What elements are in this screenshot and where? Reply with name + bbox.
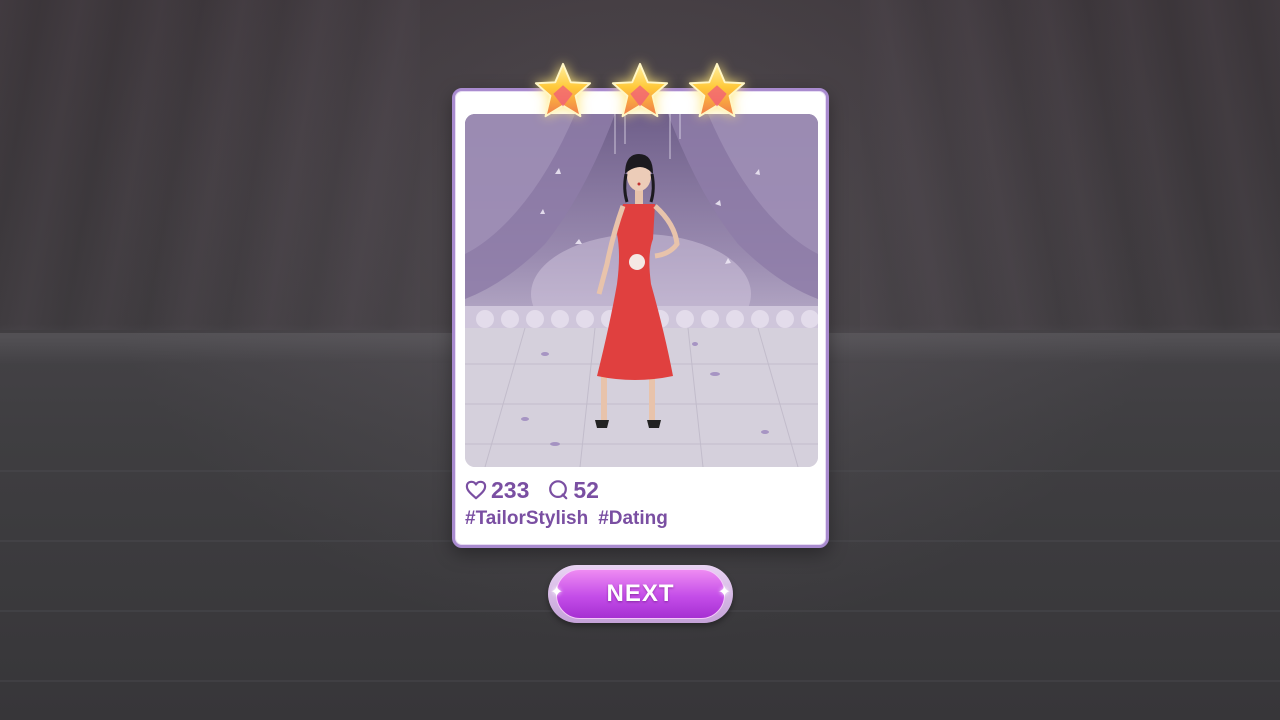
background-curtain-left xyxy=(0,0,420,330)
likes-stat: 233 xyxy=(465,477,529,504)
speech-bubble-icon xyxy=(547,479,569,501)
sparkle-icon: ✦ xyxy=(717,584,731,601)
hashtag-list: #TailorStylish #Dating xyxy=(465,508,668,530)
result-photo-card: 233 52 #TailorStylish #Dating xyxy=(452,88,829,548)
rating-stars xyxy=(532,60,748,126)
sparkle-icon: ✦ xyxy=(550,584,564,601)
outfit-photo xyxy=(465,114,818,467)
next-button-label: NEXT xyxy=(606,580,675,607)
hashtag[interactable]: #TailorStylish xyxy=(465,508,588,530)
gold-star-icon xyxy=(611,62,669,118)
hashtag[interactable]: #Dating xyxy=(598,508,668,530)
likes-count: 233 xyxy=(491,476,530,503)
next-button-face[interactable]: NEXT xyxy=(556,569,725,619)
background-curtain-right xyxy=(860,0,1280,330)
heart-outline-icon xyxy=(465,480,487,500)
floor-line xyxy=(0,680,1280,682)
next-button[interactable]: ✦ NEXT ✦ xyxy=(548,565,733,623)
comments-count: 52 xyxy=(573,476,599,503)
gold-star-icon xyxy=(688,62,746,118)
stats-row: 233 52 xyxy=(465,475,599,505)
stage-scene-illustration xyxy=(465,114,818,467)
comments-stat: 52 xyxy=(547,477,599,504)
gold-star-icon xyxy=(534,62,592,118)
